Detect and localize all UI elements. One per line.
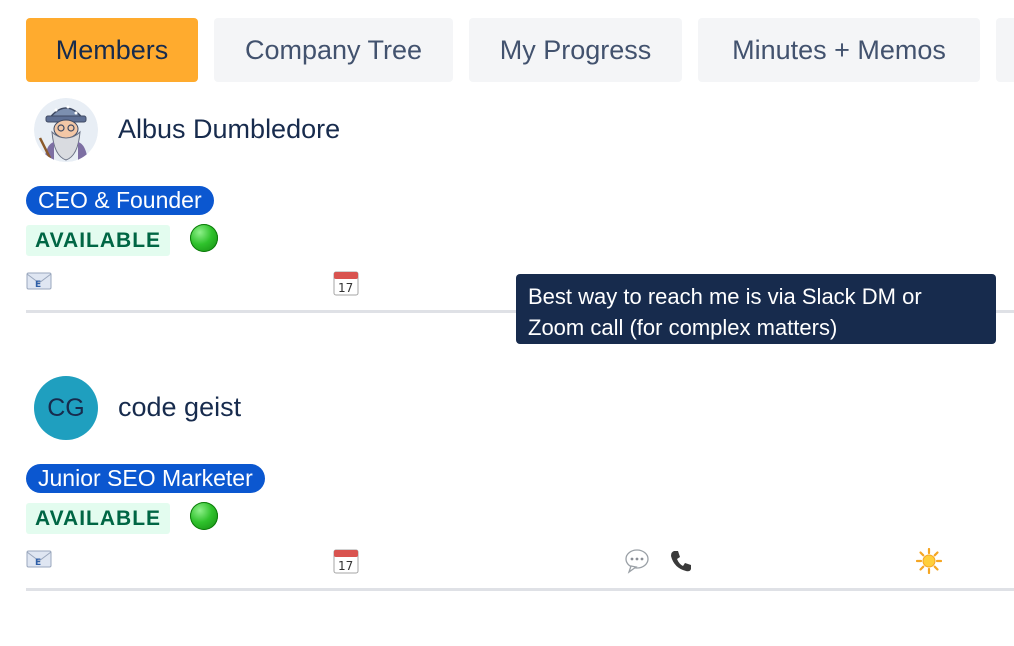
svg-text:17: 17 [338,281,353,295]
tab-members[interactable]: Members [26,18,198,82]
status-badge: AVAILABLE [26,503,171,534]
member-name: Albus Dumbledore [118,114,341,144]
avatar[interactable]: CG [34,376,98,440]
email-icon[interactable]: E [26,270,52,292]
green-circle-icon [190,502,218,530]
role-badge: Junior SEO Marketer [26,464,265,493]
tab-minutes-memos[interactable]: Minutes + Memos [698,18,980,82]
divider [26,588,1014,591]
svg-text:E: E [35,280,41,290]
contact-preference-tooltip: Best way to reach me is via Slack DM or … [516,274,996,344]
members-page: Members Company Tree My Progress Minutes… [0,0,1014,646]
member-name: code geist [118,392,242,422]
wizard-avatar-icon [34,98,98,162]
svg-text:17: 17 [338,559,353,573]
status-badge: AVAILABLE [26,225,171,256]
email-icon[interactable]: E [26,548,52,570]
avatar[interactable] [34,98,98,162]
calendar-icon[interactable]: 17 [333,548,359,574]
speech-bubble-icon[interactable] [624,548,650,574]
tab-company-tree[interactable]: Company Tree [214,18,453,82]
phone-icon[interactable] [668,548,694,574]
calendar-icon[interactable]: 17 [333,270,359,296]
member-card: CG code geist Junior SEO Marketer AVAILA… [26,376,1014,606]
role-badge: CEO & Founder [26,186,214,215]
sun-icon[interactable] [916,548,942,574]
svg-text:E: E [35,558,41,568]
tab-overflow[interactable] [996,18,1014,82]
tab-my-progress[interactable]: My Progress [469,18,682,82]
green-circle-icon [190,224,218,252]
contact-actions: E 17 [26,548,1014,578]
